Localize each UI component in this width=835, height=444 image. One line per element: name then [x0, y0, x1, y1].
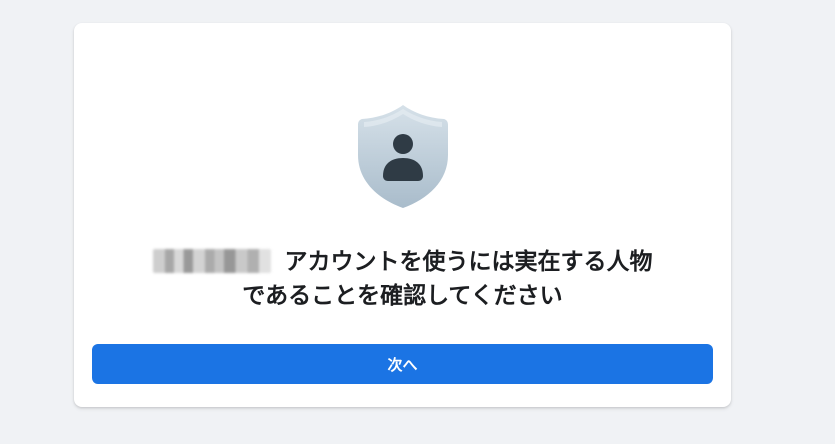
heading-line-2: であることを確認してください: [242, 283, 563, 309]
heading-line-1: アカウントを使うには実在する人物: [284, 249, 653, 275]
shield-person-icon: [358, 103, 448, 209]
page-heading: アカウントを使うには実在する人物 であることを確認してください: [92, 245, 713, 313]
verification-card: アカウントを使うには実在する人物 であることを確認してください 次へ: [74, 23, 731, 407]
next-button[interactable]: 次へ: [92, 344, 713, 384]
redacted-user-name: [152, 249, 271, 273]
